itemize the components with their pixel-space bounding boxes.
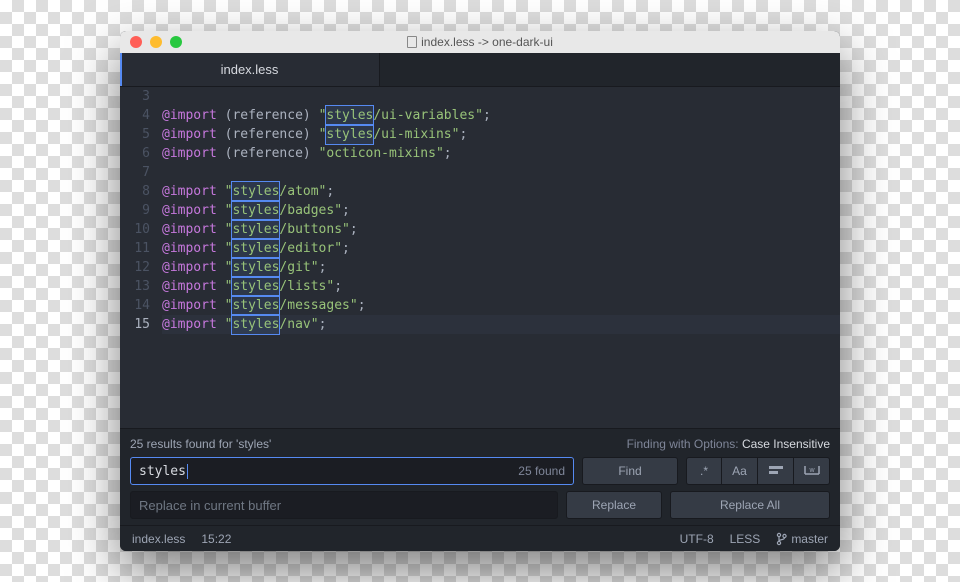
- traffic-lights: [130, 36, 182, 48]
- status-encoding[interactable]: UTF-8: [680, 532, 714, 546]
- status-file-name[interactable]: index.less: [132, 532, 185, 546]
- line-number: 5: [120, 125, 150, 144]
- code-area[interactable]: @import (reference) "styles/ui-variables…: [162, 87, 840, 428]
- find-input[interactable]: styles 25 found: [130, 457, 574, 485]
- line-number: 6: [120, 144, 150, 163]
- status-git-branch[interactable]: master: [776, 532, 828, 546]
- find-status-row: 25 results found for 'styles' Finding wi…: [130, 437, 830, 451]
- editor-window: index.less -> one-dark-ui index.less 345…: [120, 31, 840, 551]
- line-number: 7: [120, 163, 150, 182]
- find-results-count: 25 results found for 'styles': [130, 437, 271, 451]
- code-line[interactable]: @import (reference) "octicon-mixins";: [162, 144, 840, 163]
- code-line[interactable]: @import (reference) "styles/ui-mixins";: [162, 125, 840, 144]
- find-query-text: styles: [139, 464, 188, 479]
- text-editor[interactable]: 3456789101112131415 @import (reference) …: [120, 87, 840, 428]
- regex-toggle[interactable]: .*: [686, 457, 722, 485]
- code-line[interactable]: @import "styles/lists";: [162, 277, 840, 296]
- code-line[interactable]: @import "styles/editor";: [162, 239, 840, 258]
- case-sensitive-toggle[interactable]: Aa: [722, 457, 758, 485]
- find-match-count: 25 found: [518, 464, 565, 478]
- find-options-label: Finding with Options: Case Insensitive: [627, 437, 830, 451]
- line-number: 12: [120, 258, 150, 277]
- git-branch-icon: [776, 532, 787, 546]
- line-number: 13: [120, 277, 150, 296]
- find-option-toggles: .* Aa w: [686, 457, 830, 485]
- code-line[interactable]: @import (reference) "styles/ui-variables…: [162, 106, 840, 125]
- file-icon: [407, 36, 417, 48]
- selection-only-toggle[interactable]: [758, 457, 794, 485]
- line-number: 10: [120, 220, 150, 239]
- tab-bar: index.less: [120, 53, 840, 87]
- zoom-window-button[interactable]: [170, 36, 182, 48]
- replace-all-button[interactable]: Replace All: [670, 491, 830, 519]
- line-number: 4: [120, 106, 150, 125]
- status-cursor-position[interactable]: 15:22: [201, 532, 231, 546]
- find-and-replace-panel: 25 results found for 'styles' Finding wi…: [120, 428, 840, 525]
- whole-word-toggle[interactable]: w: [794, 457, 830, 485]
- find-button[interactable]: Find: [582, 457, 678, 485]
- selection-icon: [769, 466, 783, 476]
- code-line[interactable]: @import "styles/messages";: [162, 296, 840, 315]
- replace-placeholder: Replace in current buffer: [139, 498, 281, 513]
- line-number: 9: [120, 201, 150, 220]
- window-title: index.less -> one-dark-ui: [421, 35, 553, 49]
- code-line[interactable]: [162, 87, 840, 106]
- whole-word-icon: w: [804, 465, 820, 477]
- code-line[interactable]: @import "styles/buttons";: [162, 220, 840, 239]
- code-line[interactable]: @import "styles/atom";: [162, 182, 840, 201]
- tab-index-less[interactable]: index.less: [120, 53, 380, 86]
- replace-button[interactable]: Replace: [566, 491, 662, 519]
- replace-input[interactable]: Replace in current buffer: [130, 491, 558, 519]
- close-window-button[interactable]: [130, 36, 142, 48]
- status-bar: index.less 15:22 UTF-8 LESS master: [120, 525, 840, 551]
- titlebar: index.less -> one-dark-ui: [120, 31, 840, 53]
- line-number-gutter: 3456789101112131415: [120, 87, 162, 428]
- code-line[interactable]: @import "styles/nav";: [162, 315, 840, 334]
- code-line[interactable]: @import "styles/badges";: [162, 201, 840, 220]
- code-line[interactable]: @import "styles/git";: [162, 258, 840, 277]
- tab-label: index.less: [221, 62, 279, 77]
- line-number: 8: [120, 182, 150, 201]
- code-line[interactable]: [162, 163, 840, 182]
- line-number: 11: [120, 239, 150, 258]
- line-number: 14: [120, 296, 150, 315]
- svg-text:w: w: [808, 467, 815, 474]
- minimize-window-button[interactable]: [150, 36, 162, 48]
- line-number: 3: [120, 87, 150, 106]
- line-number: 15: [120, 315, 150, 334]
- status-grammar[interactable]: LESS: [730, 532, 761, 546]
